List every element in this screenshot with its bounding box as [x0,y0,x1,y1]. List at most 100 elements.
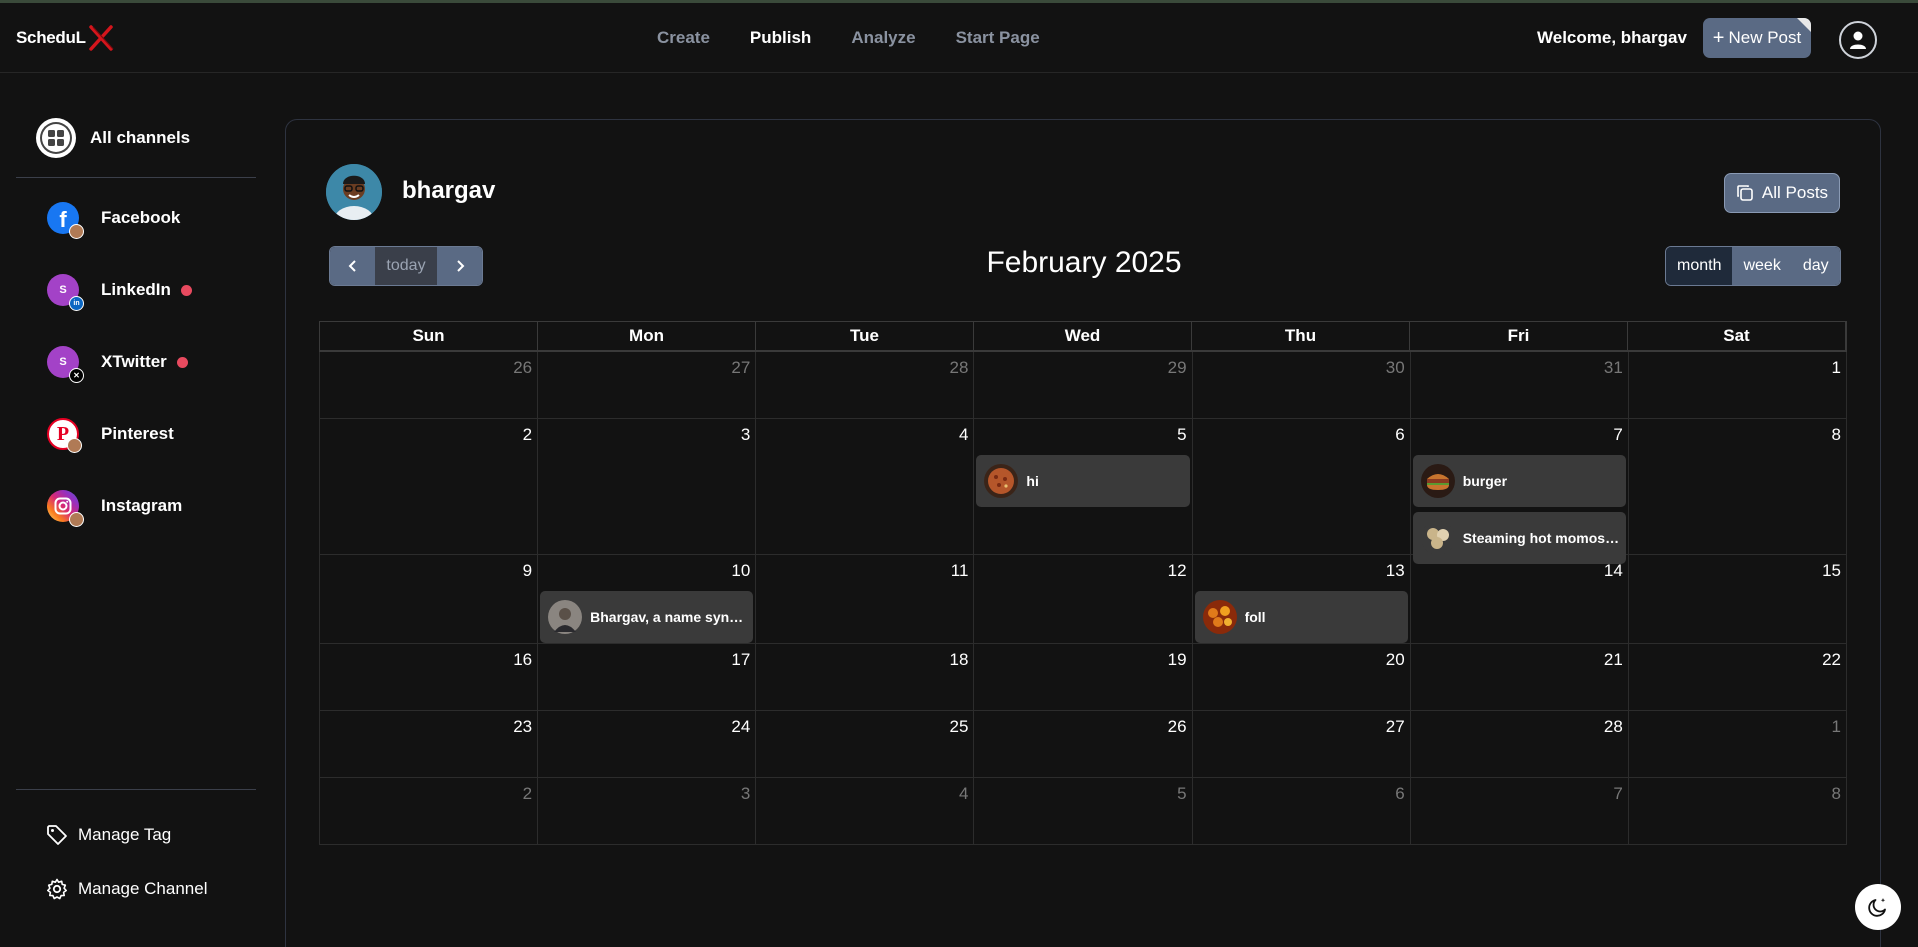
day-number[interactable]: 28 [950,358,969,378]
day-cell[interactable]: 25 [756,711,975,778]
day-number[interactable]: 4 [959,425,968,445]
day-number[interactable]: 29 [1168,358,1187,378]
day-cell[interactable]: 31 [1410,352,1629,419]
day-number[interactable]: 13 [1386,561,1405,581]
profile-button[interactable] [1839,21,1877,59]
day-cell[interactable]: 27 [538,352,757,419]
day-number[interactable]: 11 [951,561,969,581]
view-month-button[interactable]: month [1666,247,1733,285]
day-cell[interactable]: 9 [320,555,539,644]
nav-tab-start-page[interactable]: Start Page [956,28,1040,48]
day-cell[interactable]: 27 [1192,711,1411,778]
day-cell[interactable]: 10 Bhargav, a name syno... [538,555,757,644]
day-number[interactable]: 25 [950,717,969,737]
day-number[interactable]: 27 [1386,717,1405,737]
sidebar-item-instagram[interactable]: Instagram [47,490,182,527]
day-number[interactable]: 31 [1604,358,1623,378]
calendar-event[interactable]: foll [1194,591,1408,643]
day-cell[interactable]: 20 [1192,644,1411,711]
day-cell[interactable]: 12 [974,555,1193,644]
day-cell[interactable]: 26 [320,352,539,419]
day-number[interactable]: 7 [1613,784,1622,804]
day-cell[interactable]: 3 [538,778,757,845]
day-number[interactable]: 7 [1613,425,1622,445]
day-cell[interactable]: 13 foll [1192,555,1411,644]
day-number[interactable]: 9 [523,561,532,581]
day-number[interactable]: 22 [1822,650,1841,670]
day-number[interactable]: 10 [731,561,750,581]
day-cell[interactable]: 4 [756,419,975,555]
day-number[interactable]: 14 [1604,561,1623,581]
day-number[interactable]: 1 [1832,358,1841,378]
day-number[interactable]: 21 [1604,650,1623,670]
day-number[interactable]: 12 [1168,561,1187,581]
manage-tag-link[interactable]: Manage Tag [46,824,171,846]
day-cell[interactable]: 7 [1410,778,1629,845]
day-cell[interactable]: 21 [1410,644,1629,711]
day-cell[interactable]: 2 [320,419,539,555]
day-number[interactable]: 26 [1168,717,1187,737]
day-cell[interactable]: 6 [1192,419,1411,555]
day-cell[interactable]: 1 [1628,352,1847,419]
day-number[interactable]: 27 [731,358,750,378]
day-number[interactable]: 28 [1604,717,1623,737]
day-cell[interactable]: 17 [538,644,757,711]
day-cell[interactable]: 29 [974,352,1193,419]
all-channels-item[interactable]: All channels [36,118,190,158]
day-number[interactable]: 15 [1822,561,1841,581]
day-number[interactable]: 16 [513,650,532,670]
new-post-button[interactable]: + New Post [1703,18,1811,58]
day-cell[interactable]: 26 [974,711,1193,778]
day-number[interactable]: 19 [1168,650,1187,670]
all-posts-button[interactable]: All Posts [1724,173,1840,213]
day-cell[interactable]: 1 [1628,711,1847,778]
day-cell[interactable]: 30 [1192,352,1411,419]
sidebar-item-pinterest[interactable]: P Pinterest [47,418,174,453]
day-cell[interactable]: 11 [756,555,975,644]
day-cell[interactable]: 19 [974,644,1193,711]
day-cell[interactable]: 14 [1410,555,1629,644]
day-number[interactable]: 8 [1832,425,1841,445]
day-number[interactable]: 17 [731,650,750,670]
day-number[interactable]: 6 [1395,784,1404,804]
day-cell[interactable]: 28 [756,352,975,419]
nav-tab-analyze[interactable]: Analyze [851,28,915,48]
sidebar-item-xtwitter[interactable]: S ✕ XTwitter [47,346,188,383]
manage-channel-link[interactable]: Manage Channel [46,878,207,900]
day-cell[interactable]: 16 [320,644,539,711]
nav-tab-create[interactable]: Create [657,28,710,48]
day-cell[interactable]: 8 [1628,778,1847,845]
day-cell[interactable]: 5 hi [974,419,1193,555]
day-number[interactable]: 26 [513,358,532,378]
day-cell[interactable]: 23 [320,711,539,778]
nav-tab-publish[interactable]: Publish [750,28,811,48]
day-cell[interactable]: 8 [1628,419,1847,555]
day-number[interactable]: 2 [523,784,532,804]
day-number[interactable]: 2 [523,425,532,445]
day-number[interactable]: 8 [1832,784,1841,804]
calendar-event[interactable]: burger [1412,455,1626,507]
day-cell[interactable]: 7 burger Steaming hot momos, ... [1410,419,1629,564]
theme-toggle-button[interactable] [1855,884,1901,930]
day-cell[interactable]: 18 [756,644,975,711]
sidebar-item-facebook[interactable]: f Facebook [47,202,180,239]
calendar-event[interactable]: hi [976,455,1190,507]
day-cell[interactable]: 5 [974,778,1193,845]
day-number[interactable]: 1 [1832,717,1841,737]
sidebar-item-linkedin[interactable]: S in LinkedIn [47,274,192,311]
day-cell[interactable]: 28 [1410,711,1629,778]
day-cell[interactable]: 24 [538,711,757,778]
day-number[interactable]: 3 [741,784,750,804]
day-number[interactable]: 18 [950,650,969,670]
view-day-button[interactable]: day [1791,247,1840,285]
day-number[interactable]: 6 [1395,425,1404,445]
view-week-button[interactable]: week [1732,247,1792,285]
day-cell[interactable]: 22 [1628,644,1847,711]
day-number[interactable]: 20 [1386,650,1405,670]
day-cell[interactable]: 15 [1628,555,1847,644]
day-cell[interactable]: 4 [756,778,975,845]
day-number[interactable]: 4 [959,784,968,804]
app-logo[interactable]: ScheduL [16,25,114,51]
day-number[interactable]: 5 [1177,784,1186,804]
day-number[interactable]: 23 [513,717,532,737]
